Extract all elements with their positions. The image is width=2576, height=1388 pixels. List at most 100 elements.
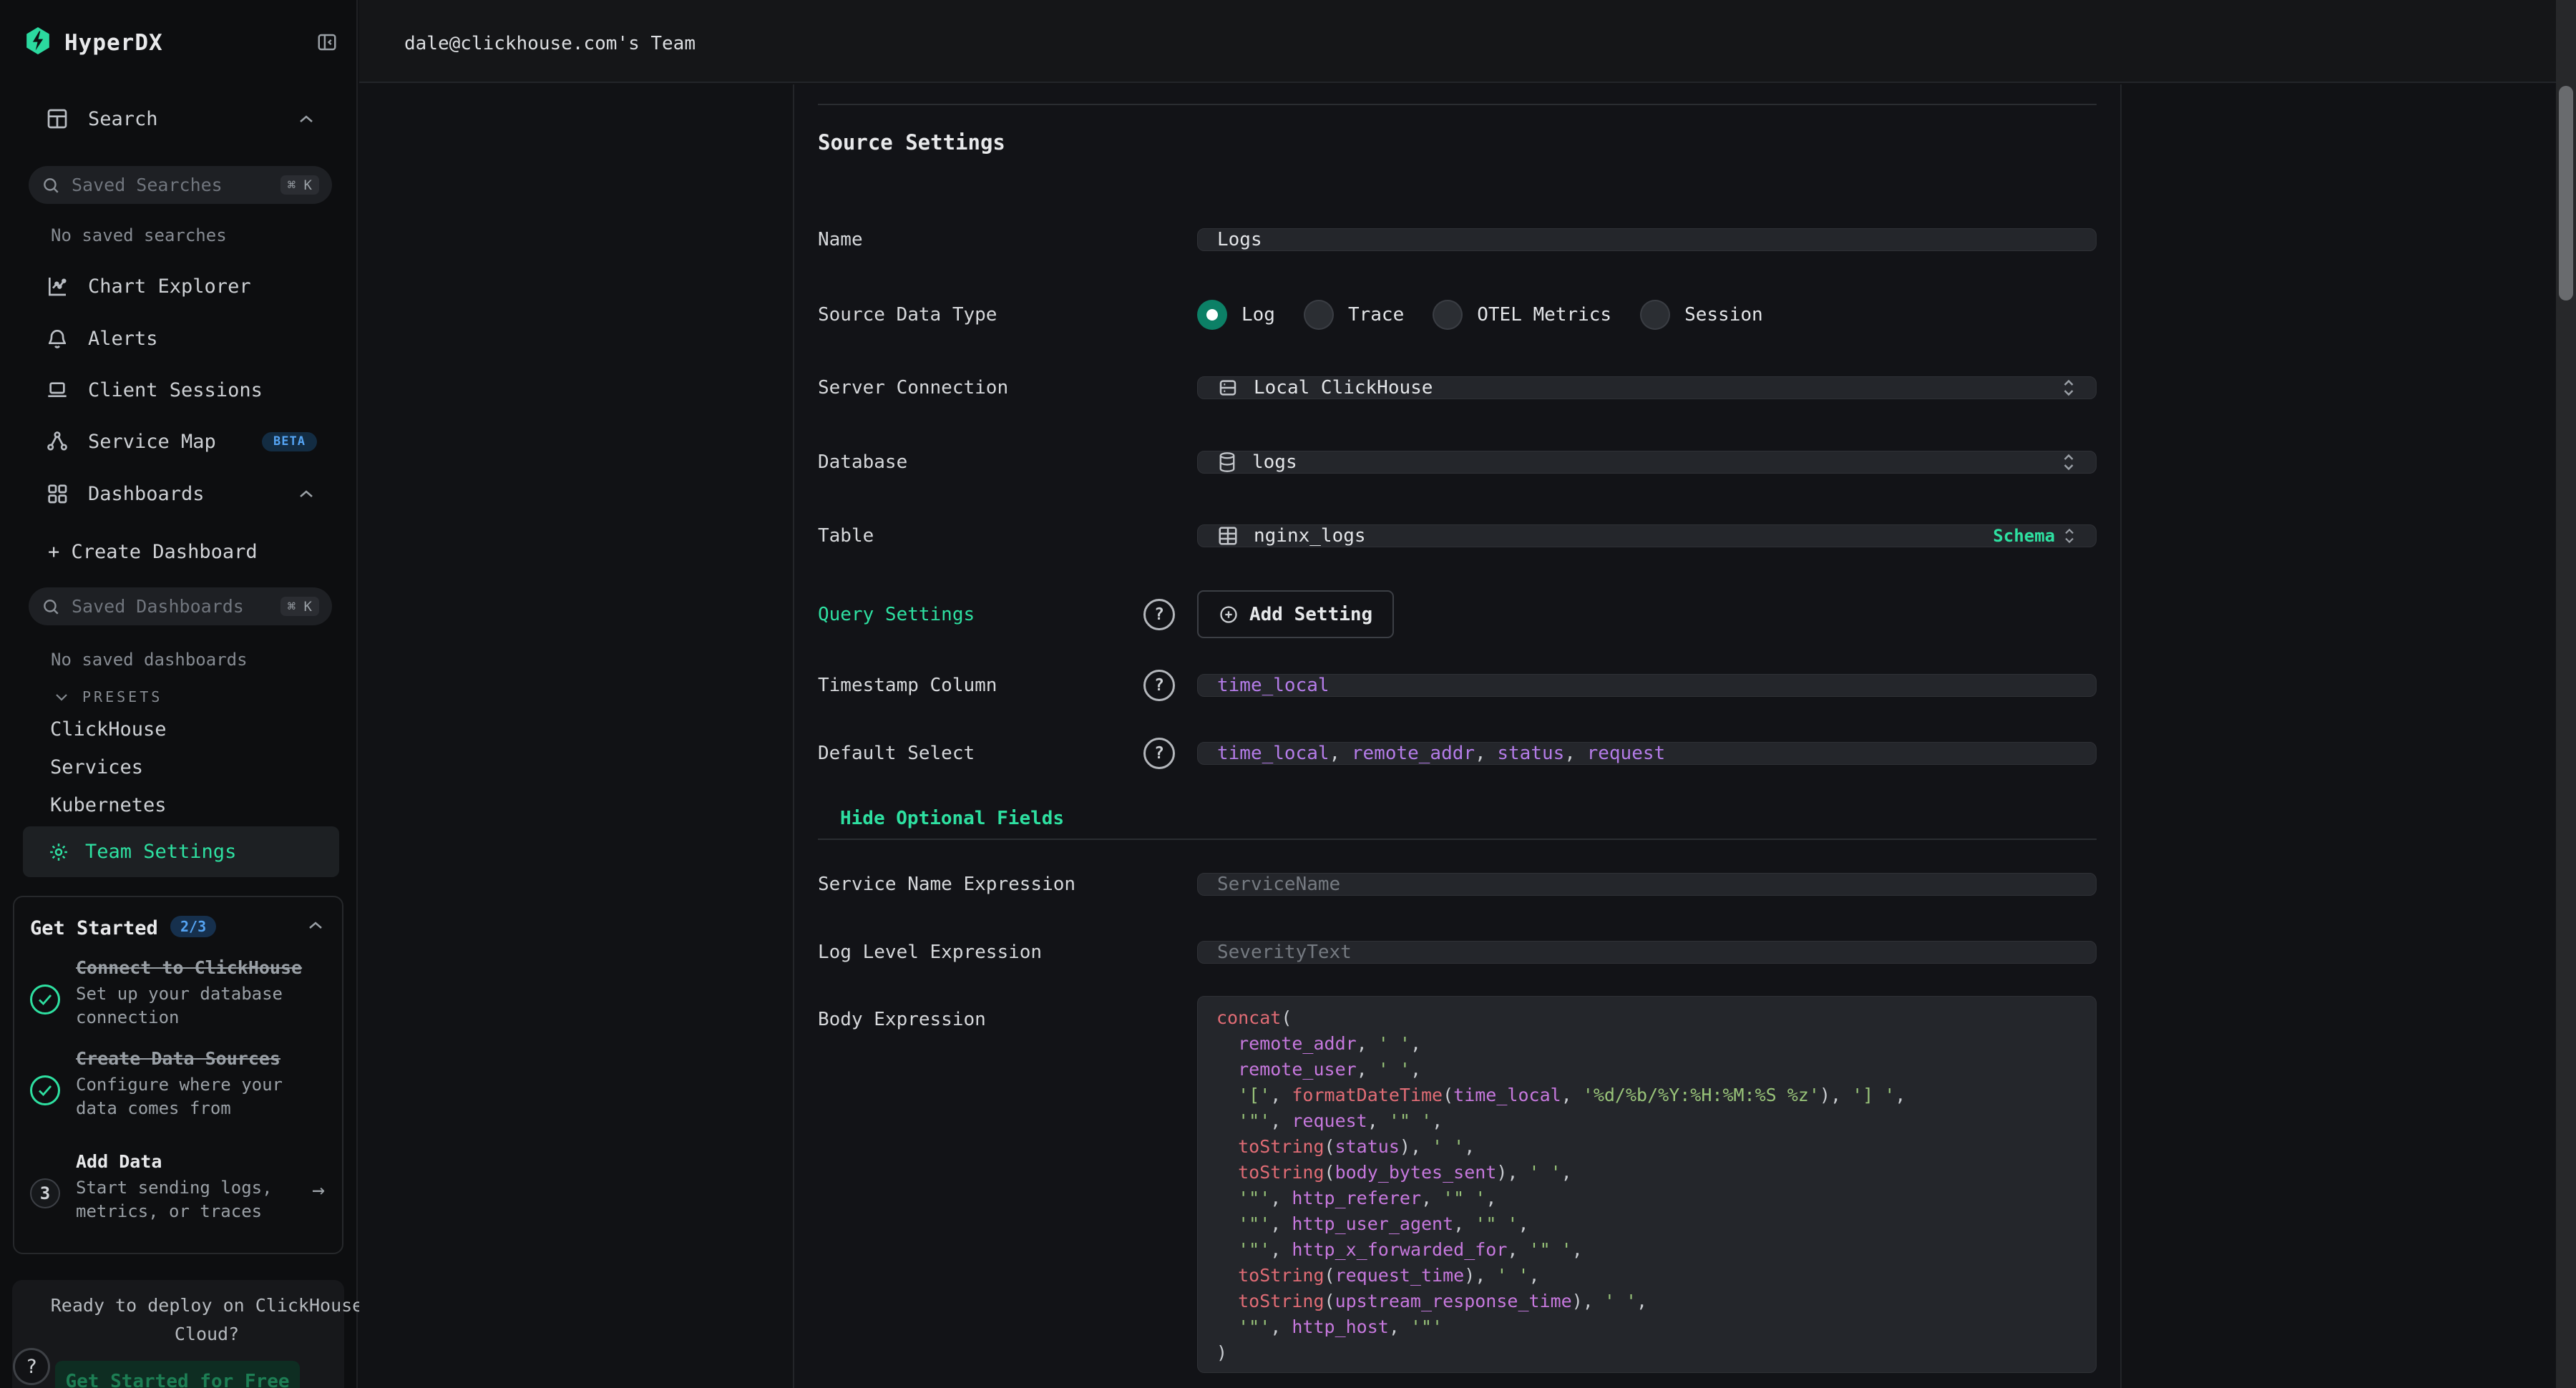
help-button[interactable]: ? bbox=[13, 1348, 50, 1385]
chart-icon bbox=[46, 275, 69, 298]
get-started-step[interactable]: Connect to ClickHouse Set up your databa… bbox=[76, 957, 323, 1030]
log-level-placeholder: SeverityText bbox=[1217, 942, 1352, 963]
database-value: logs bbox=[1252, 451, 1297, 473]
radio-option-otel-metrics[interactable]: OTEL Metrics bbox=[1433, 300, 1611, 330]
shortcut-badge: ⌘ K bbox=[280, 175, 319, 195]
select-chevrons-icon bbox=[2061, 451, 2077, 473]
create-dashboard-button[interactable]: + Create Dashboard bbox=[48, 541, 258, 563]
field-label: Database bbox=[818, 451, 1143, 473]
saved-dashboards-input[interactable]: Saved Dashboards ⌘ K bbox=[29, 587, 332, 625]
add-setting-button[interactable]: Add Setting bbox=[1197, 590, 1394, 638]
default-select-input[interactable]: time_local, remote_addr, status, request bbox=[1197, 742, 2097, 765]
table-select[interactable]: nginx_logs Schema bbox=[1197, 524, 2097, 547]
field-label: Service Name Expression bbox=[818, 874, 1143, 895]
schema-link[interactable]: Schema bbox=[1993, 526, 2055, 546]
radio-selected-icon[interactable] bbox=[1197, 300, 1227, 330]
radio-unselected-icon[interactable] bbox=[1640, 300, 1670, 330]
dashboards-icon bbox=[46, 482, 69, 505]
database-select[interactable]: logs bbox=[1197, 451, 2097, 474]
collapse-sidebar-icon[interactable] bbox=[316, 31, 338, 53]
sidebar-item-search[interactable]: Search bbox=[0, 93, 358, 145]
select-chevrons-icon bbox=[2061, 377, 2077, 399]
radio-label: Session bbox=[1684, 304, 1763, 326]
chevron-up-icon[interactable] bbox=[298, 489, 314, 499]
server-connection-row: Server Connection Local ClickHouse bbox=[818, 362, 2097, 413]
sidebar-item-chart-explorer[interactable]: Chart Explorer bbox=[0, 260, 358, 312]
sidebar-item-alerts[interactable]: Alerts bbox=[0, 313, 358, 364]
source-settings-pane: Source Settings Name Logs Source Data Ty… bbox=[793, 84, 2122, 1388]
radio-option-session[interactable]: Session bbox=[1640, 300, 1763, 330]
scrollbar-track[interactable] bbox=[2556, 0, 2576, 1388]
deploy-text: Ready to deploy on ClickHouse Cloud? bbox=[12, 1291, 401, 1349]
sidebar-item-label: Chart Explorer bbox=[88, 275, 251, 298]
timestamp-column-row: Timestamp Column ? time_local bbox=[818, 660, 2097, 710]
get-started-step[interactable]: Add Data Start sending logs, metrics, or… bbox=[76, 1151, 323, 1223]
server-connection-select[interactable]: Local ClickHouse bbox=[1197, 376, 2097, 399]
bell-icon bbox=[46, 327, 69, 350]
step-check-icon bbox=[30, 1075, 60, 1105]
sidebar-item-label: Alerts bbox=[88, 328, 158, 350]
saved-searches-input[interactable]: Saved Searches ⌘ K bbox=[29, 166, 332, 204]
beta-badge: BETA bbox=[262, 432, 317, 451]
preset-item-clickhouse[interactable]: ClickHouse bbox=[50, 718, 167, 741]
team-settings-label: Team Settings bbox=[85, 841, 236, 863]
radio-label: Log bbox=[1241, 304, 1275, 326]
step-desc: Set up your database connection bbox=[76, 982, 323, 1030]
section-heading: Source Settings bbox=[818, 130, 1005, 155]
sidebar: HyperDX Search Saved Searches ⌘ K No sav… bbox=[0, 0, 358, 1388]
radio-option-trace[interactable]: Trace bbox=[1304, 300, 1404, 330]
hide-optional-fields-link[interactable]: Hide Optional Fields bbox=[840, 808, 1064, 829]
sidebar-item-dashboards[interactable]: Dashboards bbox=[0, 468, 358, 519]
sidebar-item-team-settings[interactable]: Team Settings bbox=[23, 826, 339, 877]
help-icon[interactable]: ? bbox=[1143, 738, 1175, 769]
preset-item-services[interactable]: Services bbox=[50, 756, 143, 778]
field-label: Source Data Type bbox=[818, 304, 1143, 326]
radio-label: Trace bbox=[1348, 304, 1404, 326]
timestamp-column-input[interactable]: time_local bbox=[1197, 674, 2097, 697]
sidebar-item-label: Client Sessions bbox=[88, 379, 263, 401]
brand-wordmark: HyperDX bbox=[64, 30, 163, 56]
laptop-icon bbox=[46, 378, 69, 401]
field-label: Name bbox=[818, 229, 1143, 250]
step-title: Create Data Sources bbox=[76, 1048, 323, 1069]
name-input[interactable]: Logs bbox=[1197, 228, 2097, 251]
radio-unselected-icon[interactable] bbox=[1433, 300, 1463, 330]
progress-badge: 2/3 bbox=[170, 916, 216, 937]
body-expression-editor[interactable]: concat( remote_addr, ' ', remote_user, '… bbox=[1197, 996, 2097, 1373]
saved-searches-placeholder: Saved Searches bbox=[72, 175, 280, 195]
magnifier-icon bbox=[42, 176, 60, 195]
step-check-icon bbox=[30, 984, 60, 1015]
presets-toggle[interactable]: PRESETS bbox=[55, 688, 162, 705]
service-name-input[interactable]: ServiceName bbox=[1197, 873, 2097, 896]
radio-unselected-icon[interactable] bbox=[1304, 300, 1334, 330]
select-chevrons-icon bbox=[2062, 526, 2077, 546]
log-level-input[interactable]: SeverityText bbox=[1197, 941, 2097, 964]
gear-icon bbox=[48, 841, 69, 863]
source-data-type-row: Source Data Type Log Trace OTEL Metrics Ses… bbox=[818, 288, 2097, 341]
radio-option-log[interactable]: Log bbox=[1197, 300, 1275, 330]
scrollbar-thumb[interactable] bbox=[2559, 86, 2573, 300]
step-title: Connect to ClickHouse bbox=[76, 957, 323, 978]
sidebar-item-client-sessions[interactable]: Client Sessions bbox=[0, 364, 358, 416]
preset-item-kubernetes[interactable]: Kubernetes bbox=[50, 794, 167, 816]
name-value: Logs bbox=[1217, 229, 1262, 250]
get-started-free-button[interactable]: Get Started for Free bbox=[55, 1361, 300, 1388]
help-icon[interactable]: ? bbox=[1143, 599, 1175, 630]
get-started-step[interactable]: Create Data Sources Configure where your… bbox=[76, 1048, 323, 1120]
field-label: Query Settings bbox=[818, 604, 1143, 625]
sidebar-item-service-map[interactable]: Service Map BETA bbox=[0, 416, 358, 467]
chevron-up-icon[interactable] bbox=[298, 114, 314, 124]
hyperdx-logo-icon[interactable] bbox=[24, 26, 52, 56]
step-desc: Configure where your data comes from bbox=[76, 1073, 323, 1120]
arrow-right-icon[interactable]: → bbox=[312, 1178, 325, 1203]
chevron-up-icon[interactable] bbox=[308, 920, 323, 930]
source-data-type-radios: Log Trace OTEL Metrics Session bbox=[1197, 300, 2097, 330]
help-icon[interactable]: ? bbox=[1143, 670, 1175, 701]
chevron-down-icon bbox=[55, 693, 68, 701]
default-select-row: Default Select ? time_local, remote_addr… bbox=[818, 728, 2097, 779]
radio-label: OTEL Metrics bbox=[1477, 304, 1611, 326]
field-label: Default Select bbox=[818, 743, 1143, 764]
field-label: Timestamp Column bbox=[818, 675, 1143, 696]
no-saved-dashboards-text: No saved dashboards bbox=[51, 650, 248, 670]
page-title: dale@clickhouse.com's Team bbox=[404, 33, 696, 54]
